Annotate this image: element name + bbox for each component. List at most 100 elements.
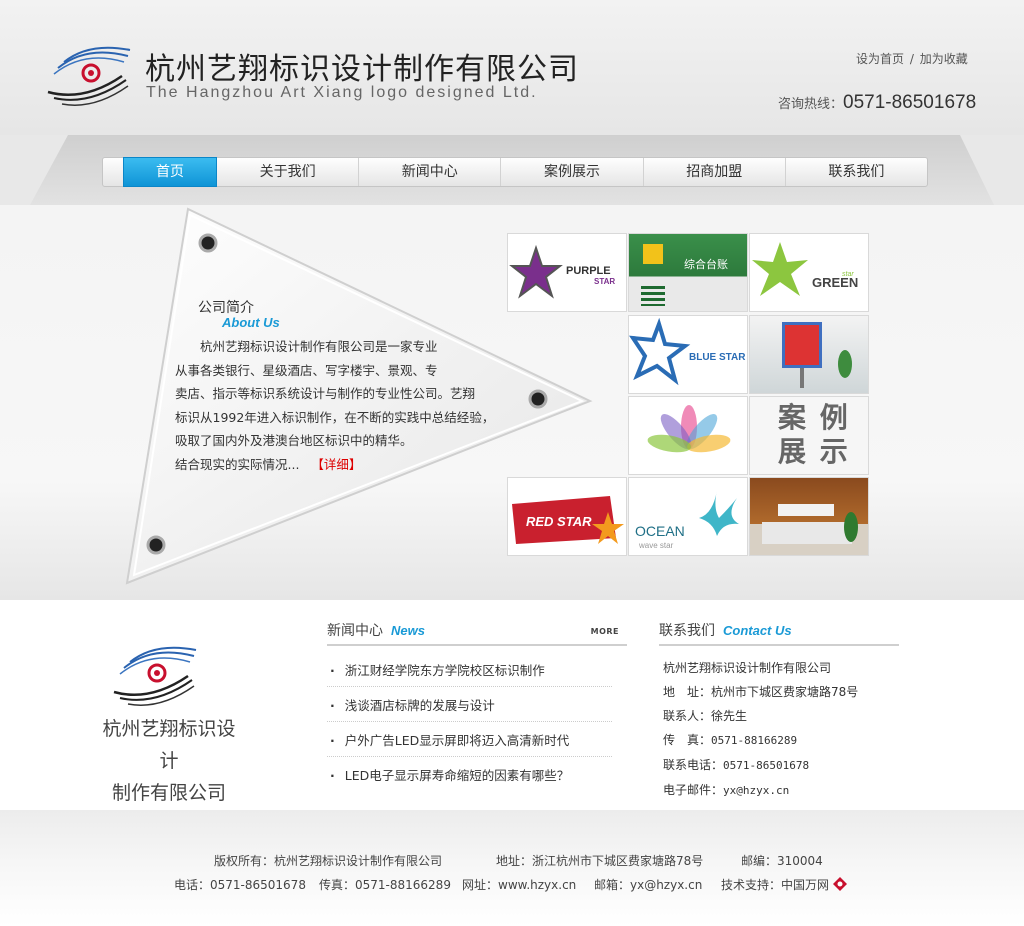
purple-star-logo-icon: PURPLE STAR	[509, 244, 615, 299]
news-item[interactable]: 浅谈酒店标牌的发展与设计	[327, 687, 612, 722]
tile-sublabel: wave star	[638, 541, 674, 550]
case-grid: PURPLE STAR 综合台账 star GREEN BLUE STAR 案 …	[507, 233, 870, 557]
ocean-logo-icon: OCEAN wave star	[635, 490, 739, 550]
tile-label: OCEAN	[635, 523, 685, 539]
about-more-link[interactable]: 【详细】	[311, 457, 361, 472]
case-tile-green-star[interactable]: star GREEN	[749, 233, 869, 312]
footer-company-name: 杭州艺翔标识设计 制作有限公司	[94, 713, 244, 809]
news-item-link[interactable]: 浅谈酒店标牌的发展与设计	[345, 698, 495, 713]
board-stand-icon	[800, 368, 804, 388]
case-tile-bank-lobby[interactable]	[749, 477, 869, 556]
plant-icon	[838, 350, 852, 378]
case-tile-cases-text[interactable]: 案 例 展 示	[749, 396, 869, 475]
case-tile-photo-board[interactable]	[749, 315, 869, 394]
tile-label: 综合台账	[684, 258, 728, 271]
nav-item-cases[interactable]: 案例展示	[501, 158, 644, 186]
contact-person: 徐先生	[711, 709, 748, 723]
header: 杭州艺翔标识设计制作有限公司 The Hangzhou Art Xiang lo…	[0, 0, 1024, 135]
footer-website[interactable]: 网址：www.hzyx.cn	[462, 876, 576, 893]
news-item[interactable]: LED电子显示屏寿命缩短的因素有哪些？	[327, 757, 612, 792]
contact-email-link[interactable]: yx@hzyx.cn	[723, 784, 789, 797]
about-line-last: 结合现实的实际情况... 【详细】	[175, 453, 475, 477]
news-item[interactable]: 户外广告LED显示屏即将迈入高清新时代	[327, 722, 612, 757]
footer-company-line2: 制作有限公司	[111, 782, 226, 804]
news-item-link[interactable]: LED电子显示屏寿命缩短的因素有哪些？	[345, 768, 570, 783]
green-star-logo-icon: star GREEN	[752, 242, 858, 296]
footer-support[interactable]: 技术支持：中国万网	[721, 876, 847, 893]
about-title-en: About Us	[222, 315, 280, 330]
case-tile-purple-star[interactable]: PURPLE STAR	[507, 233, 627, 312]
footer-address: 地址：浙江杭州市下城区费家塘路78号	[496, 854, 704, 868]
tile-label: BLUE STAR	[689, 352, 746, 363]
company-logo-icon[interactable]	[44, 40, 134, 110]
blue-star-logo-icon: BLUE STAR	[629, 317, 746, 386]
reception-desk-icon	[762, 522, 852, 544]
bank-sign-icon	[778, 504, 834, 516]
about-line: 标识从1992年进入标识制作，在不断的实践中总结经验，	[175, 409, 495, 425]
tile-label: PURPLE	[566, 265, 611, 277]
about-line: 从事各类银行、星级酒店、写字楼宇、景观、专	[175, 362, 438, 378]
about-line: 杭州艺翔标识设计制作有限公司是一家专业	[175, 339, 438, 354]
contact-phone-row: 联系电话：0571-86501678	[663, 753, 858, 778]
case-tile-blue-star[interactable]: BLUE STAR	[628, 315, 748, 394]
hotline-number: 0571-86501678	[843, 92, 977, 113]
contact-person-label: 联系人：	[663, 709, 712, 723]
hotline: 咨询热线：0571-86501678	[778, 92, 976, 114]
news-title: 新闻中心	[327, 623, 383, 639]
contact-fax: 0571-88166289	[711, 734, 798, 747]
add-favorite-link[interactable]: 加为收藏	[920, 52, 968, 66]
about-line: 结合现实的实际情况...	[175, 456, 300, 472]
news-item-link[interactable]: 浙江财经学院东方学院校区标识制作	[345, 663, 545, 678]
contact-title-en: Contact Us	[723, 623, 792, 638]
news-item[interactable]: 浙江财经学院东方学院校区标识制作	[327, 652, 612, 687]
red-star-logo-icon: RED STAR	[512, 496, 624, 544]
nav-item-home[interactable]: 首页	[123, 157, 217, 187]
top-links-separator: /	[909, 52, 914, 66]
post-logo-icon	[641, 286, 665, 306]
footer-phone: 电话：0571-86501678	[174, 878, 306, 892]
news-header: 新闻中心 News MORE	[327, 616, 627, 646]
contact-header: 联系我们 Contact Us	[659, 616, 899, 646]
contact-title: 联系我们	[659, 623, 715, 639]
yellow-cube-icon	[643, 244, 663, 264]
news-title-en: News	[391, 623, 425, 638]
news-more-link[interactable]: MORE	[591, 617, 619, 647]
main-nav: 首页 关于我们 新闻中心 案例展示 招商加盟 联系我们	[102, 157, 928, 187]
footer-email[interactable]: 邮箱：yx@hzyx.cn	[594, 876, 702, 893]
footer-support-text[interactable]: 技术支持：中国万网	[721, 878, 829, 892]
bolt-icon	[198, 233, 218, 253]
nav-item-contact[interactable]: 联系我们	[786, 158, 927, 186]
contact-address: 杭州市下城区费家塘路78号	[711, 685, 859, 699]
nav-item-about[interactable]: 关于我们	[217, 158, 360, 186]
about-line: 卖店、指示等标识系统设计与制作的专业性公司。艺翔	[175, 386, 476, 401]
about-line: 吸取了国内外及港澳台地区标识中的精华。	[175, 433, 413, 448]
contact-phone-label: 联系电话：	[663, 758, 724, 772]
company-name-cn: 杭州艺翔标识设计制作有限公司	[145, 52, 579, 87]
company-name-en: The Hangzhou Art Xiang logo designed Ltd…	[146, 84, 538, 101]
contact-info: 杭州艺翔标识设计制作有限公司 地 址：杭州市下城区费家塘路78号 联系人：徐先生…	[663, 656, 858, 803]
case-tile-lotus[interactable]	[628, 396, 748, 475]
case-tile-red-star[interactable]: RED STAR	[507, 477, 627, 556]
news-list: 浙江财经学院东方学院校区标识制作 浅谈酒店标牌的发展与设计 户外广告LED显示屏…	[327, 652, 612, 792]
tile-sublabel: 展 示	[778, 435, 850, 468]
news-item-link[interactable]: 户外广告LED显示屏即将迈入高清新时代	[345, 733, 570, 748]
tile-sublabel: STAR	[594, 277, 615, 286]
about-title: 公司简介	[198, 300, 254, 316]
contact-email-row: 电子邮件：yx@hzyx.cn	[663, 778, 858, 803]
footer-logo-icon	[113, 646, 197, 706]
nav-item-news[interactable]: 新闻中心	[359, 158, 502, 186]
contact-company: 杭州艺翔标识设计制作有限公司	[663, 661, 832, 675]
nav-item-franchise[interactable]: 招商加盟	[644, 158, 786, 186]
tile-label: GREEN	[812, 275, 858, 290]
case-tile-ocean[interactable]: OCEAN wave star	[628, 477, 748, 556]
bolt-icon	[146, 535, 166, 555]
contact-phone: 0571-86501678	[723, 759, 810, 772]
footer: 版权所有：杭州艺翔标识设计制作有限公司 地址：浙江杭州市下城区费家塘路78号 邮…	[0, 810, 1024, 926]
contact-address-row: 地 址：杭州市下城区费家塘路78号	[663, 680, 858, 704]
contact-fax-row: 传 真：0571-88166289	[663, 728, 858, 753]
set-homepage-link[interactable]: 设为首页	[856, 52, 904, 66]
tile-label: 案 例	[778, 401, 850, 434]
lotus-logo-icon	[647, 405, 731, 453]
tile-label: RED STAR	[526, 514, 592, 529]
case-tile-sign-green[interactable]: 综合台账	[628, 233, 748, 312]
